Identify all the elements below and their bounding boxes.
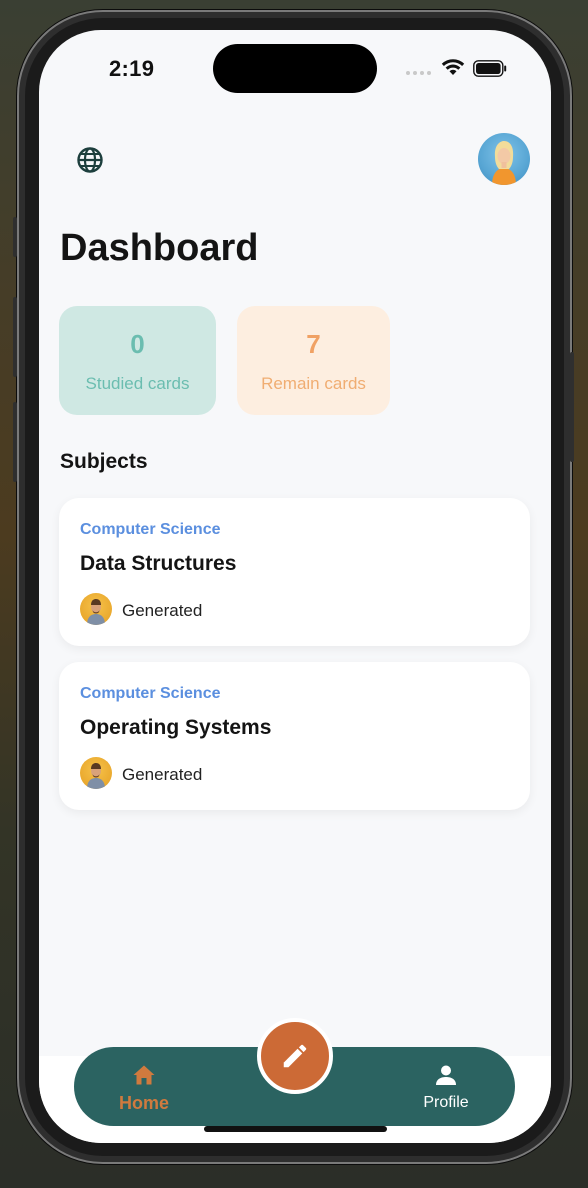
globe-icon [77,147,103,173]
tab-profile[interactable]: Profile [386,1047,506,1126]
create-button[interactable] [257,1018,333,1094]
dynamic-island [213,44,377,93]
author-label: Generated [122,601,203,620]
remain-cards-stat[interactable]: 7 Remain cards [237,306,390,415]
home-icon [133,1065,155,1085]
subject-card[interactable]: Computer Science Operating Systems Gener… [59,662,530,810]
status-bar: 2:19 [39,30,551,110]
author-avatar [80,593,112,625]
volume-down-button [13,402,17,482]
author-label: Generated [122,765,203,784]
studied-cards-stat[interactable]: 0 Studied cards [59,306,216,415]
person-icon [436,1065,456,1085]
author-avatar [80,757,112,789]
subject-category: Computer Science [80,685,221,702]
pencil-icon [283,1044,307,1068]
home-indicator [204,1126,387,1132]
power-button [570,352,574,462]
stat-value: 0 [130,329,145,359]
volume-up-button [13,297,17,377]
subject-card[interactable]: Computer Science Data Structures Generat… [59,498,530,646]
tab-home[interactable]: Home [84,1047,204,1126]
subject-category: Computer Science [80,521,221,538]
page-title: Dashboard [60,227,259,269]
wifi-icon [441,59,465,75]
action-button [13,217,17,257]
stat-label: Studied cards [85,374,190,393]
language-button[interactable] [75,145,105,175]
subject-name: Data Structures [80,552,237,575]
status-time: 2:19 [109,56,155,81]
stat-value: 7 [306,329,321,359]
subject-name: Operating Systems [80,716,272,739]
tab-home-label: Home [118,1093,169,1113]
avatar-portrait [492,141,516,185]
stat-label: Remain cards [261,374,366,393]
app-screen: 2:19 Dashboard 0 Studied cards 7 Remain … [39,30,551,1143]
subjects-heading: Subjects [60,450,148,473]
user-avatar[interactable] [478,133,530,185]
signal-icon [406,71,431,75]
tab-profile-label: Profile [423,1094,469,1111]
battery-icon [473,60,507,77]
